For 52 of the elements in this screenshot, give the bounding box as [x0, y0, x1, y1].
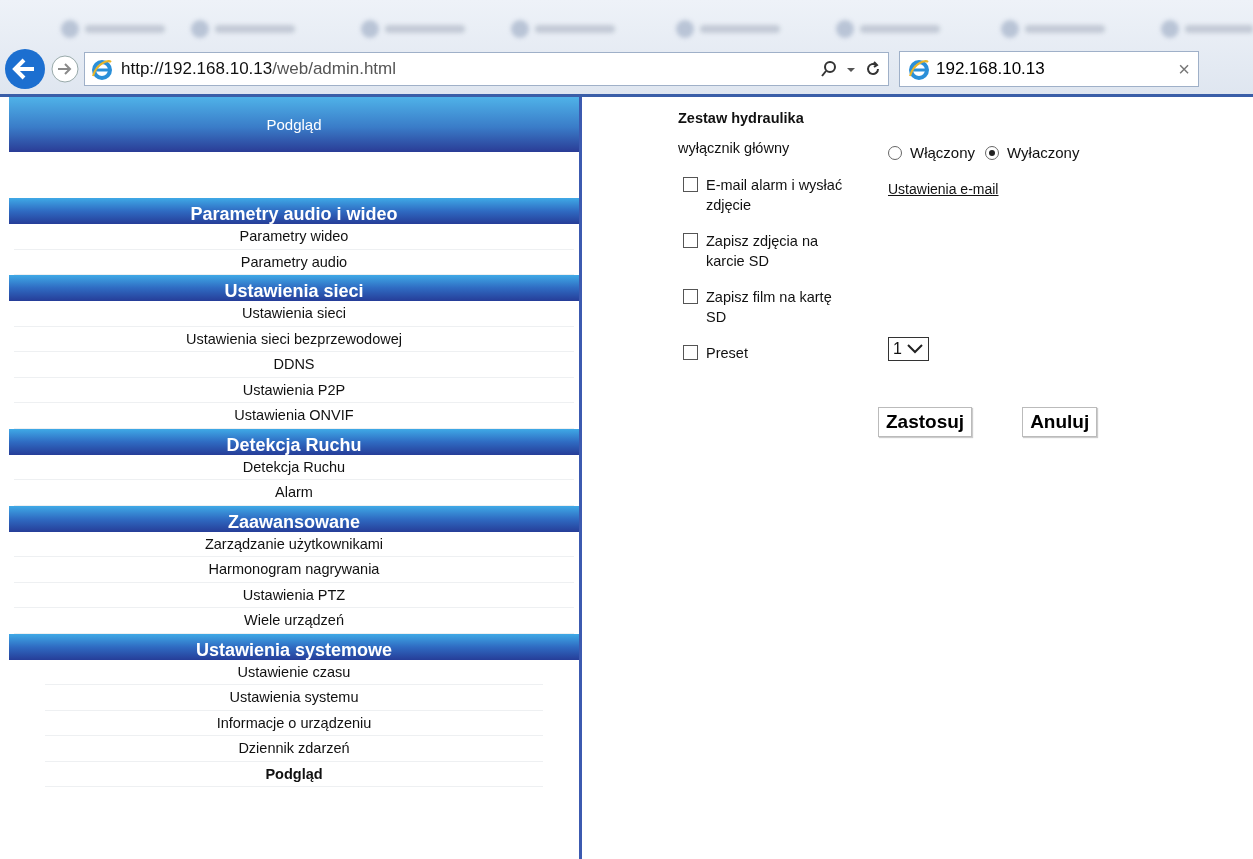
section-header: Zaawansowane: [9, 505, 579, 532]
refresh-icon[interactable]: [864, 60, 882, 78]
back-button[interactable]: [4, 48, 46, 90]
sidebar-item[interactable]: DDNS: [14, 352, 574, 378]
sidebar-item[interactable]: Detekcja Ruchu: [14, 454, 574, 480]
checkbox-label: Zapisz film na kartę SD: [706, 288, 833, 327]
sidebar-item[interactable]: Ustawienia sieci: [14, 301, 574, 327]
form-title: Zestaw hydraulika: [678, 110, 805, 126]
email-settings-link[interactable]: Ustawienia e-mail: [888, 181, 999, 197]
sidebar-item[interactable]: Ustawienia PTZ: [14, 582, 574, 608]
tab-title: 192.168.10.13: [936, 59, 1046, 79]
section-header: Parametry audio i wideo: [9, 198, 579, 224]
checkbox-label: E-mail alarm i wysłać zdjęcie: [706, 176, 844, 215]
sidebar-item[interactable]: Harmonogram nagrywania: [14, 557, 574, 583]
section-header: Detekcja Ruchu: [9, 428, 579, 455]
caret-icon: [905, 343, 924, 355]
sidebar-header[interactable]: Podgląd: [9, 97, 579, 152]
sidebar-item[interactable]: Wiele urządzeń: [14, 608, 574, 634]
browser-tab[interactable]: 192.168.10.13 ×: [899, 51, 1199, 87]
sidebar-item[interactable]: Ustawienia systemu: [45, 685, 543, 711]
checkbox[interactable]: [683, 233, 698, 248]
cancel-button[interactable]: Anuluj: [1022, 407, 1098, 437]
sidebar-item[interactable]: Informacje o urządzeniu: [45, 710, 543, 736]
section-header: Ustawienia sieci: [9, 275, 579, 301]
checkbox-label: Preset: [706, 344, 748, 363]
preset-dropdown[interactable]: 1: [888, 337, 929, 361]
search-icon[interactable]: [820, 60, 838, 78]
sidebar-item[interactable]: Dziennik zdarzeń: [45, 736, 543, 762]
browser-icon: [91, 58, 113, 80]
sidebar-item[interactable]: Alarm: [14, 480, 574, 506]
sidebar-item[interactable]: Zarządzanie użytkownikami: [14, 531, 574, 557]
checkbox[interactable]: [683, 177, 698, 192]
section-header: Ustawienia systemowe: [9, 633, 579, 660]
sidebar-item[interactable]: Ustawienia P2P: [14, 377, 574, 403]
sidebar-item[interactable]: Podgląd: [45, 761, 543, 787]
sidebar-item[interactable]: Ustawienie czasu: [45, 659, 543, 685]
radio-button[interactable]: [888, 145, 902, 160]
sidebar-item[interactable]: Parametry wideo: [14, 224, 574, 250]
sidebar-item[interactable]: Ustawienia sieci bezprzewodowej: [14, 326, 574, 352]
address-field[interactable]: http://192.168.10.13/web/admin.html: [84, 52, 889, 86]
checkbox[interactable]: [683, 345, 698, 360]
checkbox-label: Zapisz zdjęcia na karcie SD: [706, 232, 820, 271]
radio-button[interactable]: [985, 145, 1000, 160]
forward-button[interactable]: [50, 54, 80, 84]
radio-label: Włączony: [910, 144, 976, 161]
browser-icon: [908, 58, 930, 80]
sidebar-item[interactable]: Ustawienia ONVIF: [14, 403, 574, 429]
close-icon[interactable]: ×: [1178, 57, 1190, 81]
field-label: wyłącznik główny: [678, 140, 791, 156]
checkbox[interactable]: [683, 289, 698, 304]
radio-label: Wyłaczony: [1007, 144, 1080, 161]
apply-button[interactable]: Zastosuj: [878, 407, 973, 437]
